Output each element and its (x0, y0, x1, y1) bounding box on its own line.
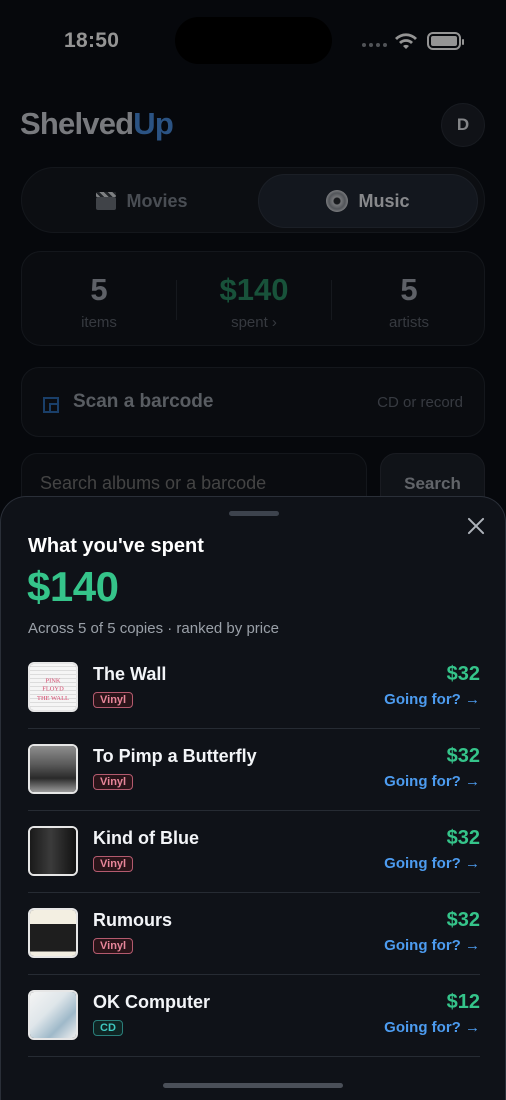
list-item: Rumours Vinyl $32 Going for? → (28, 893, 480, 975)
format-badge: CD (93, 1020, 123, 1036)
format-badge: Vinyl (93, 856, 134, 872)
format-badge: Vinyl (93, 774, 134, 790)
item-price: $32 (446, 909, 480, 931)
list-item: Kind of Blue Vinyl $32 Going for? → (28, 811, 480, 893)
spending-sheet: What you've spent $140 Across 5 of 5 cop… (0, 496, 506, 1100)
going-for-link[interactable]: Going for? → (384, 1019, 480, 1036)
going-for-link[interactable]: Going for? → (384, 691, 480, 708)
svg-text:PINK: PINK (45, 677, 60, 684)
svg-text:FLOYD: FLOYD (42, 686, 64, 693)
item-title: To Pimp a Butterfly (93, 746, 257, 766)
list-item: To Pimp a Butterfly Vinyl $32 Going for?… (28, 729, 480, 811)
item-price: $32 (446, 663, 480, 685)
sheet-total: $140 (27, 563, 119, 610)
item-title: Rumours (93, 910, 173, 930)
item-title: Kind of Blue (93, 828, 199, 848)
list-item: OK Computer CD $12 Going for? → (28, 975, 480, 1057)
sheet-subtitle: Across 5 of 5 copies · ranked by price (28, 620, 279, 637)
item-title: OK Computer (93, 992, 210, 1012)
album-cover (28, 908, 78, 958)
item-title: The Wall (93, 664, 167, 684)
spending-list: PINK FLOYD THE WALL The Wall Vinyl $32 Goi… (28, 647, 480, 1057)
format-badge: Vinyl (93, 938, 134, 954)
going-for-link[interactable]: Going for? → (384, 773, 480, 790)
close-icon[interactable] (464, 514, 488, 538)
sheet-grabber[interactable] (229, 511, 279, 516)
home-indicator (163, 1083, 343, 1088)
svg-text:THE WALL: THE WALL (37, 695, 69, 702)
item-price: $12 (446, 991, 480, 1013)
album-cover (28, 744, 78, 794)
album-cover (28, 826, 78, 876)
item-price: $32 (446, 745, 480, 767)
format-badge: Vinyl (93, 692, 134, 708)
album-cover (28, 990, 78, 1040)
going-for-link[interactable]: Going for? → (384, 937, 480, 954)
sheet-title: What you've spent (28, 535, 204, 557)
list-item: PINK FLOYD THE WALL The Wall Vinyl $32 Goi… (28, 647, 480, 729)
going-for-link[interactable]: Going for? → (384, 855, 480, 872)
item-price: $32 (446, 827, 480, 849)
album-cover: PINK FLOYD THE WALL (28, 662, 78, 712)
